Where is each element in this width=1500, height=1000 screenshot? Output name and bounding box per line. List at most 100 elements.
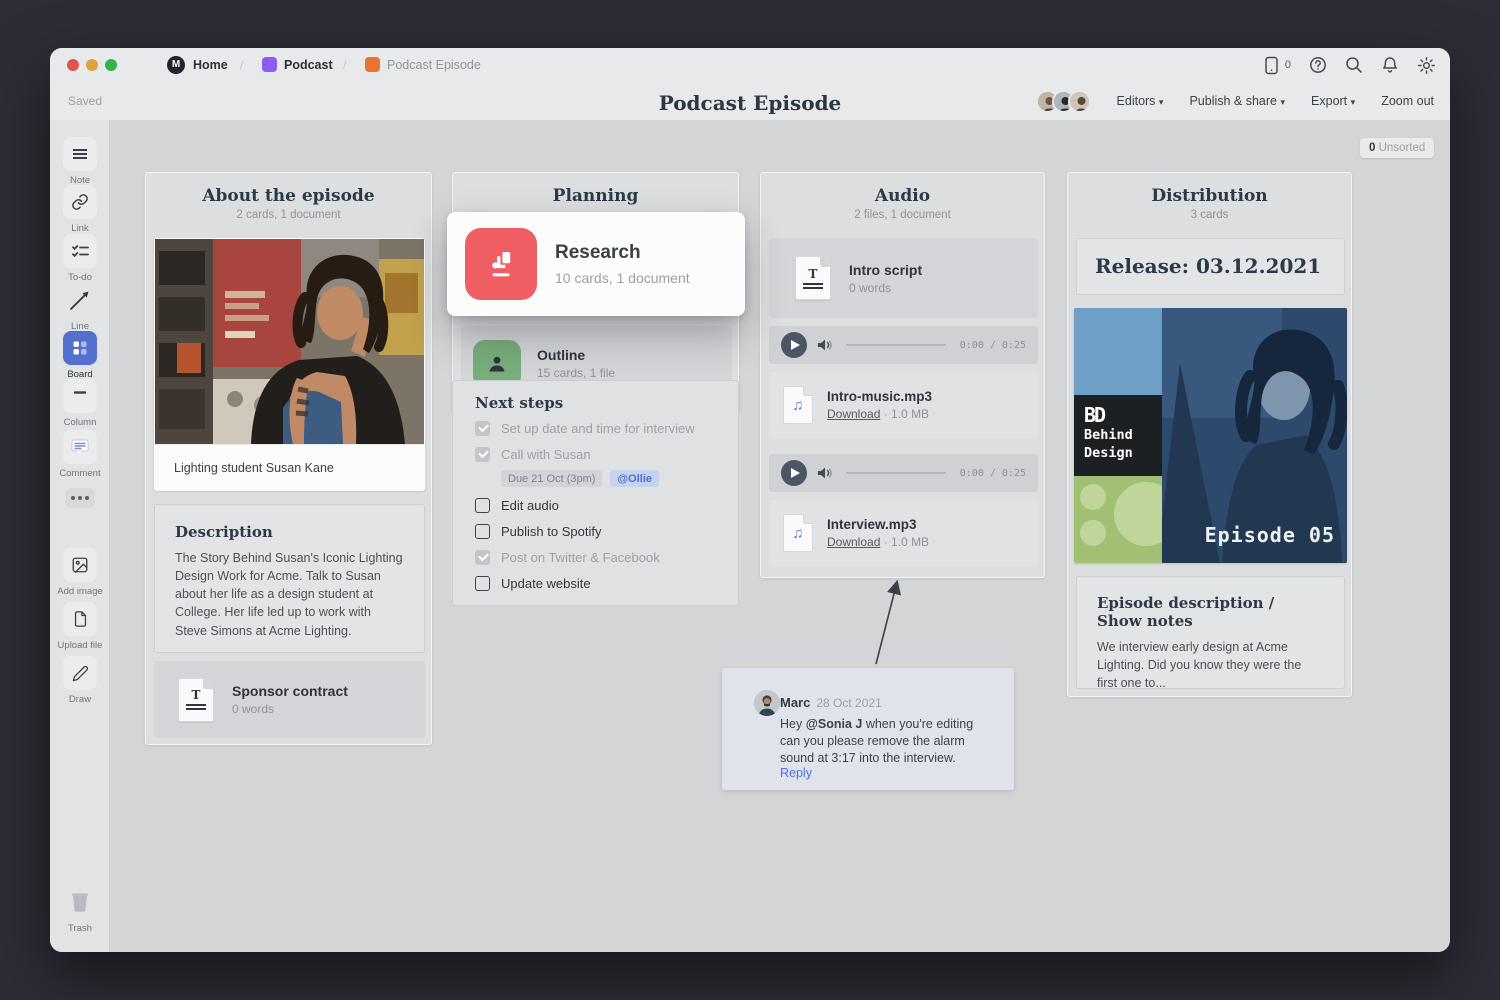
notifications-bell-icon[interactable]: [1381, 56, 1399, 74]
due-date-chip[interactable]: Due 21 Oct (3pm): [501, 470, 602, 487]
window-close-button[interactable]: [67, 59, 79, 71]
document-icon: T: [178, 678, 214, 722]
document-icon: T: [795, 256, 831, 300]
checkbox-checked[interactable]: [475, 550, 490, 565]
column-about-the-episode[interactable]: About the episode 2 cards, 1 document: [145, 172, 432, 745]
tool-add-image[interactable]: Add image: [50, 548, 110, 597]
download-link[interactable]: Download: [827, 407, 880, 421]
audio-player[interactable]: 0:00 / 0:25: [769, 326, 1038, 364]
board-card-title: Research: [555, 242, 641, 264]
show-notes-card[interactable]: Episode description / Show notes We inte…: [1076, 576, 1345, 689]
app-logo-icon[interactable]: M: [167, 56, 185, 74]
file-card-interview[interactable]: ♫ Interview.mp3 Download · 1.0 MB: [769, 500, 1038, 566]
window-zoom-button[interactable]: [105, 59, 117, 71]
help-icon[interactable]: [1309, 56, 1327, 74]
seek-bar[interactable]: [846, 344, 946, 346]
comment-text: Hey @Sonia J when you're editing can you…: [780, 716, 992, 766]
draw-pencil-icon: [72, 665, 89, 682]
player-time: 0:00 / 0:25: [960, 468, 1026, 479]
more-dots-icon: [65, 488, 95, 508]
cover-logo-block: BD BehindDesign: [1074, 395, 1162, 476]
volume-icon[interactable]: [817, 338, 832, 352]
column-icon: [71, 387, 89, 405]
breadcrumb-bar: M Home / Podcast / Podcast Episode 0: [50, 48, 1450, 82]
tool-line[interactable]: Line: [50, 283, 110, 332]
column-subtitle: 2 cards, 1 document: [146, 209, 431, 221]
column-title: Planning: [453, 186, 738, 206]
release-text: Release: 03.12.2021: [1077, 239, 1344, 294]
todo-item[interactable]: Call with Susan: [475, 447, 722, 462]
zoom-out-button[interactable]: Zoom out: [1381, 94, 1434, 108]
seek-bar[interactable]: [846, 472, 946, 474]
tool-column[interactable]: Column: [50, 379, 110, 428]
editor-avatars[interactable]: [1036, 90, 1091, 113]
file-card-intro-music[interactable]: ♫ Intro-music.mp3 Download · 1.0 MB: [769, 372, 1038, 438]
checkbox-unchecked[interactable]: [475, 576, 490, 591]
assignee-chip[interactable]: @Ollie: [610, 470, 659, 487]
next-steps-card[interactable]: Next steps Set up date and time for inte…: [452, 380, 739, 606]
tool-link[interactable]: Link: [50, 185, 110, 234]
play-button[interactable]: [781, 460, 807, 486]
cover-green-block: [1074, 476, 1162, 563]
search-icon[interactable]: [1345, 56, 1363, 74]
tool-more[interactable]: [50, 488, 110, 508]
checkbox-unchecked[interactable]: [475, 524, 490, 539]
episode-board-icon[interactable]: [365, 57, 380, 72]
board-canvas[interactable]: 0 Unsorted About the episode 2 cards, 1 …: [110, 120, 1450, 952]
mobile-device-icon[interactable]: [1264, 56, 1279, 75]
image-caption: Lighting student Susan Kane: [154, 444, 425, 491]
checkbox-unchecked[interactable]: [475, 498, 490, 513]
play-button[interactable]: [781, 332, 807, 358]
unsorted-badge[interactable]: 0 Unsorted: [1360, 138, 1434, 158]
tool-draw[interactable]: Draw: [50, 656, 110, 705]
board-icon: [71, 339, 89, 357]
comment-date: 28 Oct 2021: [816, 696, 881, 710]
document-meta: 0 words: [232, 702, 348, 716]
audio-file-icon: ♫: [783, 514, 813, 552]
device-count: 0: [1285, 59, 1291, 71]
audio-player[interactable]: 0:00 / 0:25: [769, 454, 1038, 492]
note-icon: [71, 145, 89, 163]
download-link[interactable]: Download: [827, 535, 880, 549]
export-dropdown[interactable]: Export ▾: [1311, 94, 1355, 108]
file-size: · 1.0 MB: [884, 535, 929, 549]
comment-card[interactable]: Marc28 Oct 2021 Hey @Sonia J when you're…: [722, 668, 1014, 790]
comment-mention[interactable]: @Sonia J: [806, 717, 863, 731]
todo-item[interactable]: Publish to Spotify: [475, 524, 722, 539]
image-card-susan[interactable]: Lighting student Susan Kane: [154, 238, 425, 491]
column-audio[interactable]: Audio 2 files, 1 document T Intro script…: [760, 172, 1045, 578]
document-card-sponsor-contract[interactable]: T Sponsor contract 0 words: [154, 661, 425, 738]
tool-comment[interactable]: Comment: [50, 430, 110, 479]
editors-dropdown[interactable]: Editors ▾: [1117, 94, 1164, 108]
todo-item[interactable]: Post on Twitter & Facebook: [475, 550, 722, 565]
description-card[interactable]: Description The Story Behind Susan's Ico…: [154, 504, 425, 653]
podcast-board-icon[interactable]: [262, 57, 277, 72]
column-title: Distribution: [1068, 186, 1351, 206]
reply-link[interactable]: Reply: [780, 766, 812, 780]
breadcrumb-home[interactable]: Home: [193, 58, 228, 72]
todo-item[interactable]: Edit audio: [475, 498, 722, 513]
todo-item[interactable]: Set up date and time for interview: [475, 421, 722, 436]
tool-todo[interactable]: To-do: [50, 234, 110, 283]
settings-gear-icon[interactable]: [1417, 56, 1436, 75]
window-minimize-button[interactable]: [86, 59, 98, 71]
tool-trash[interactable]: Trash: [50, 885, 110, 934]
file-name: Intro-music.mp3: [827, 389, 932, 404]
title-bar: Saved Podcast Episode Editors ▾ Publish …: [50, 82, 1450, 120]
column-subtitle: 2 files, 1 document: [761, 209, 1044, 221]
tool-board[interactable]: Board: [50, 331, 110, 380]
tool-note[interactable]: Note: [50, 137, 110, 186]
column-distribution[interactable]: Distribution 3 cards Release: 03.12.2021: [1067, 172, 1352, 697]
publish-share-dropdown[interactable]: Publish & share ▾: [1189, 94, 1285, 108]
board-card-research-dragging[interactable]: Research 10 cards, 1 document: [447, 212, 745, 316]
breadcrumb-podcast[interactable]: Podcast: [284, 58, 333, 72]
link-icon: [71, 193, 89, 211]
volume-icon[interactable]: [817, 466, 832, 480]
tool-upload-file[interactable]: Upload file: [50, 602, 110, 651]
todo-item[interactable]: Update website: [475, 576, 722, 591]
episode-cover-image[interactable]: Episode 05 BD BehindDesign: [1074, 308, 1347, 563]
release-date-card[interactable]: Release: 03.12.2021: [1076, 238, 1345, 295]
checkbox-checked[interactable]: [475, 421, 490, 436]
checkbox-checked[interactable]: [475, 447, 490, 462]
document-card-intro-script[interactable]: T Intro script 0 words: [769, 238, 1038, 318]
